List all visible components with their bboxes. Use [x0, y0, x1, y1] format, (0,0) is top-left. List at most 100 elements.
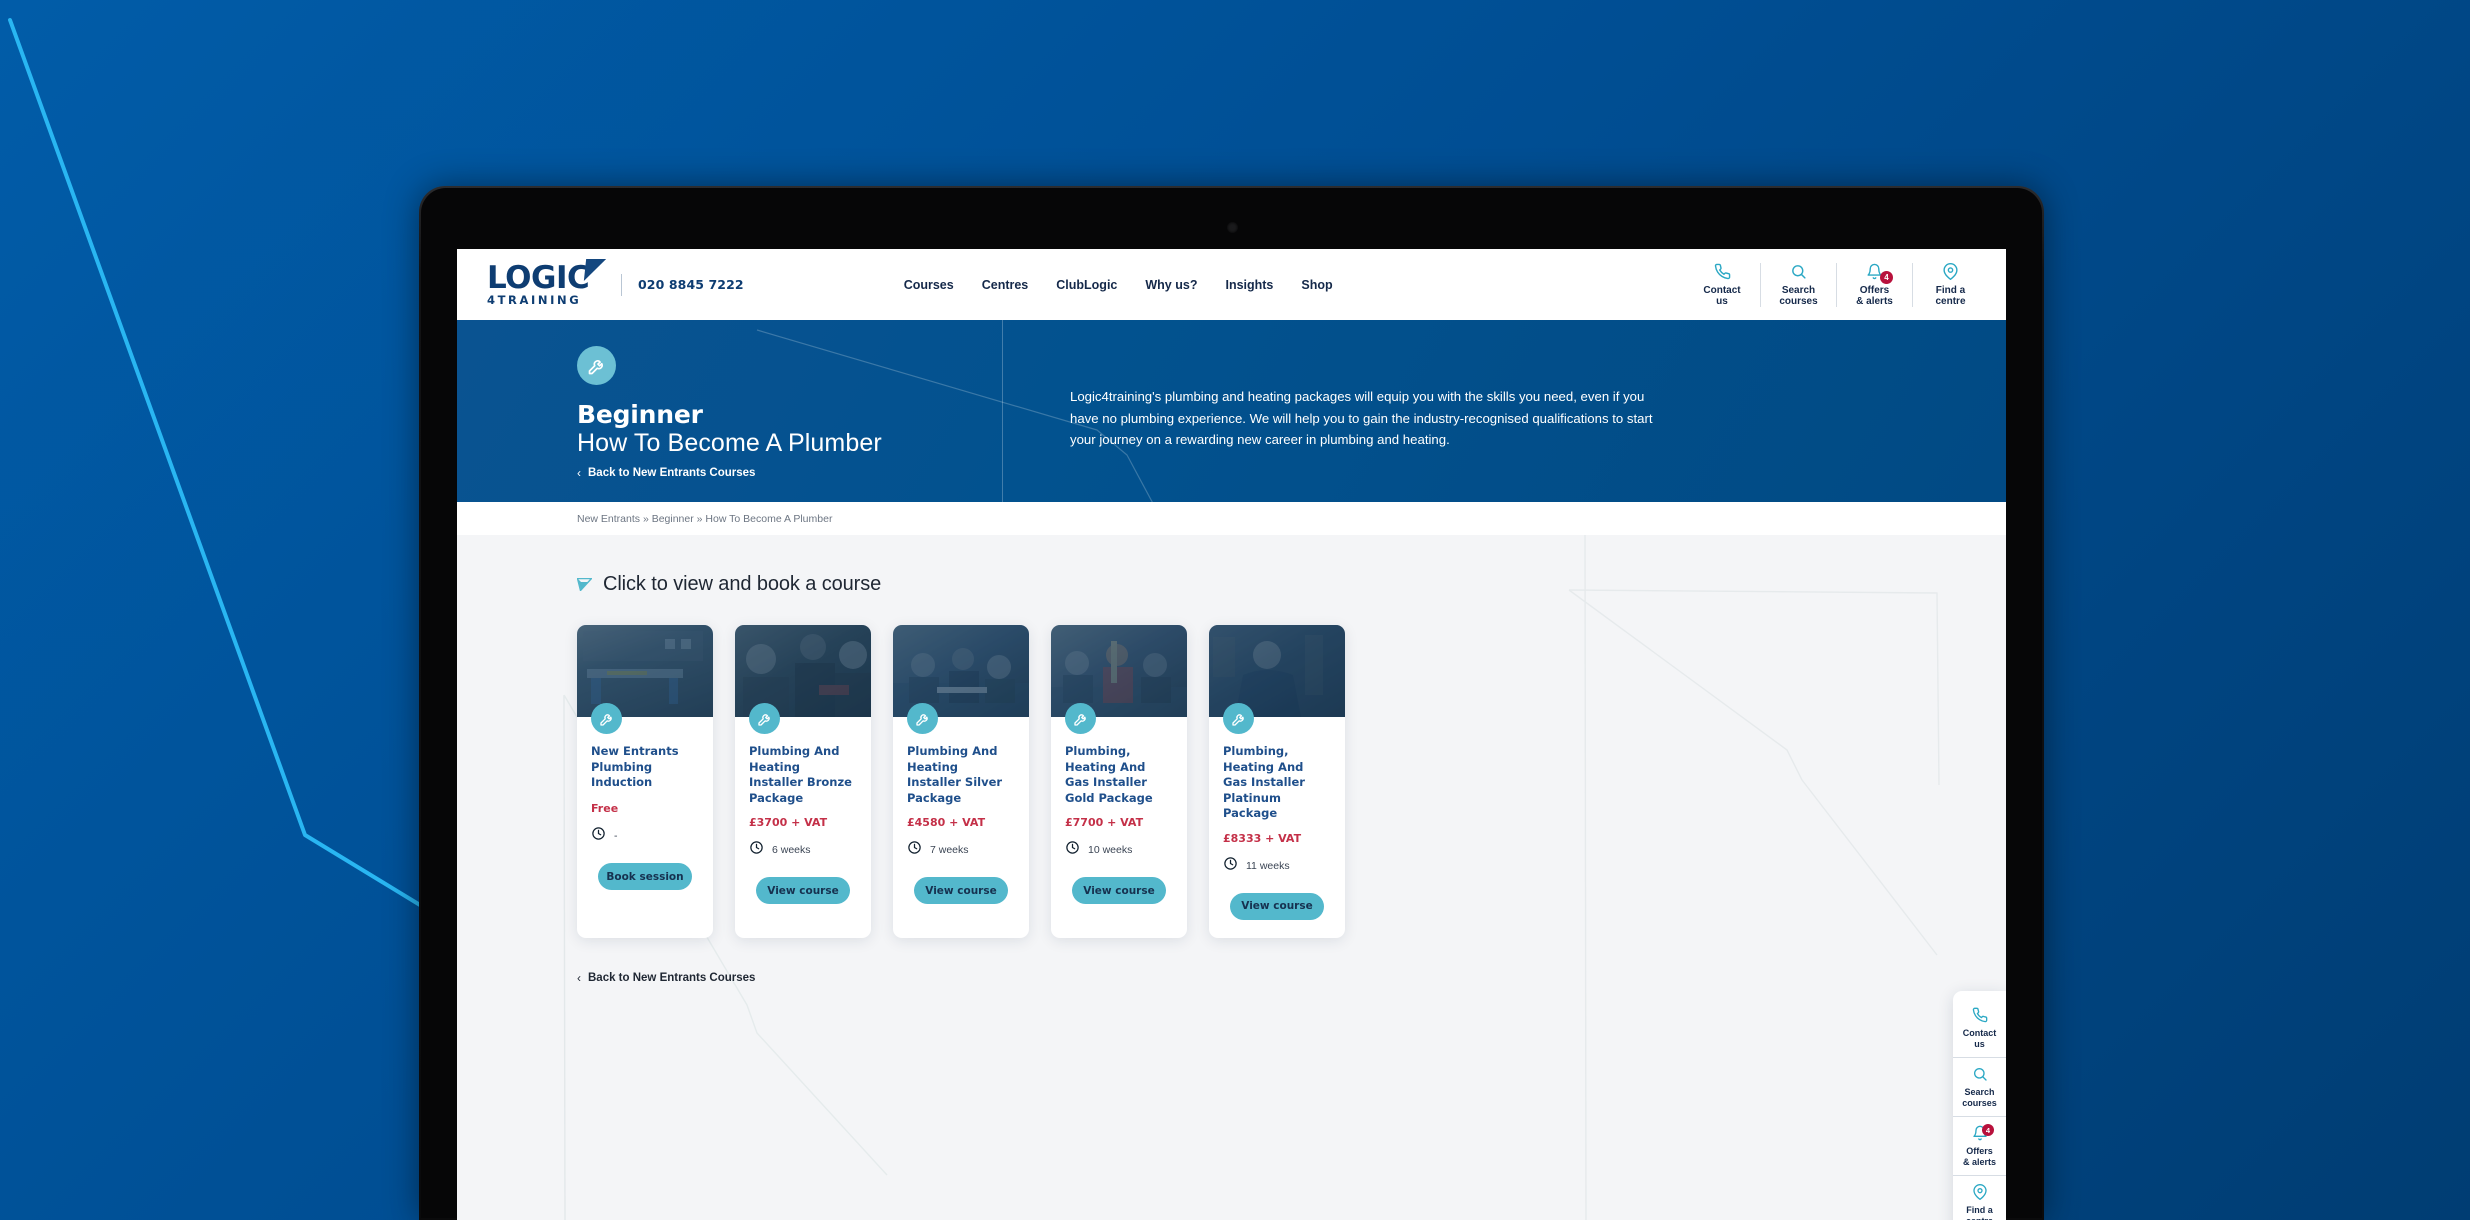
utility-contact-us[interactable]: Contact us — [1684, 263, 1760, 307]
webcam-icon — [1226, 222, 1238, 233]
nav-item-shop[interactable]: Shop — [1301, 278, 1332, 292]
bottom-back-link[interactable]: ‹ Back to New Entrants Courses — [577, 972, 755, 984]
course-title: Plumbing And Heating Installer Silver Pa… — [907, 744, 1003, 805]
side-find-a-centre[interactable]: Find acentre — [1953, 1175, 2006, 1220]
course-duration: - — [591, 826, 699, 846]
nav-item-insights[interactable]: Insights — [1225, 278, 1273, 292]
site-header: LOGIC 4TRAINING 020 8845 7222 Courses Ce… — [457, 249, 2006, 320]
course-duration: 10 weeks — [1065, 840, 1173, 860]
course-duration-text: 10 weeks — [1088, 844, 1133, 856]
side-label-line2: us — [1974, 1038, 1985, 1049]
course-duration: 7 weeks — [907, 840, 1015, 860]
bottom-back-label: Back to New Entrants Courses — [588, 971, 756, 984]
utility-nav: Contact us Search courses 4 Offers & alerts — [1684, 262, 1988, 307]
side-label-line2: & alerts — [1962, 1156, 1997, 1167]
nav-item-centres[interactable]: Centres — [982, 278, 1029, 292]
course-card-body: Plumbing And Heating Installer Bronze Pa… — [735, 717, 871, 904]
wrench-icon — [1065, 703, 1096, 734]
laptop-frame: LOGIC 4TRAINING 020 8845 7222 Courses Ce… — [419, 186, 2044, 1220]
course-card[interactable]: New Entrants Plumbing Induction Free - B… — [577, 625, 713, 938]
course-cta-button[interactable]: View course — [914, 877, 1008, 904]
side-label-line1: Contact — [1962, 1028, 1997, 1038]
side-offers-alerts[interactable]: 4 Offers & alerts — [1953, 1116, 2006, 1175]
clock-icon — [1065, 840, 1080, 860]
phone-icon — [1714, 263, 1731, 280]
course-price: £8333 + VAT — [1223, 831, 1302, 845]
wrench-icon — [591, 703, 622, 734]
course-card[interactable]: Plumbing, Heating And Gas Installer Gold… — [1051, 625, 1187, 938]
course-card-body: New Entrants Plumbing Induction Free - B… — [577, 717, 713, 890]
corner-bracket-icon — [576, 577, 594, 592]
side-label-line1: Find a — [1966, 1205, 1993, 1215]
nav-item-clublogic[interactable]: ClubLogic — [1056, 278, 1117, 292]
course-image — [893, 625, 1029, 717]
wrench-icon — [907, 703, 938, 734]
course-card-body: Plumbing And Heating Installer Silver Pa… — [893, 717, 1029, 904]
utility-label-line2: us — [1716, 295, 1728, 307]
offers-badge-count: 4 — [1880, 270, 1893, 284]
course-price: £3700 + VAT — [749, 816, 828, 829]
hero-section: Beginner How To Become A Plumber ‹ Back … — [457, 320, 2006, 502]
course-cta-button[interactable]: View course — [756, 877, 850, 904]
course-cta-button[interactable]: View course — [1230, 892, 1324, 920]
course-price: Free — [591, 802, 619, 815]
utility-search-courses[interactable]: Search courses — [1760, 262, 1836, 307]
utility-find-a-centre[interactable]: Find a centre — [1912, 262, 1988, 307]
course-duration-text: 7 weeks — [930, 844, 969, 856]
utility-offers-alerts[interactable]: 4 Offers & alerts — [1836, 262, 1912, 307]
wrench-icon — [1223, 703, 1254, 734]
course-card[interactable]: Plumbing, Heating And Gas Installer Plat… — [1209, 625, 1345, 938]
side-label-line1: Offers — [1966, 1146, 1993, 1156]
course-title: Plumbing, Heating And Gas Installer Plat… — [1223, 744, 1305, 820]
floating-side-widget: Contact us Search courses 4 Offers & alerts — [1953, 991, 2006, 1220]
course-card[interactable]: Plumbing And Heating Installer Silver Pa… — [893, 625, 1029, 938]
wrench-icon — [577, 346, 616, 385]
nav-item-why-us[interactable]: Why us? — [1145, 278, 1197, 292]
side-contact-us[interactable]: Contact us — [1953, 999, 2006, 1057]
nav-item-courses[interactable]: Courses — [904, 278, 954, 292]
utility-label-line2: courses — [1779, 295, 1818, 307]
page-title: How To Become A Plumber — [577, 429, 882, 457]
course-card-list: New Entrants Plumbing Induction Free - B… — [577, 625, 2006, 938]
course-duration: 6 weeks — [749, 840, 857, 860]
logo-wordmark: LOGIC — [487, 259, 590, 296]
course-title: New Entrants Plumbing Induction — [591, 744, 679, 789]
browser-screen: LOGIC 4TRAINING 020 8845 7222 Courses Ce… — [457, 249, 2006, 1220]
utility-label-line1: Search — [1781, 284, 1816, 296]
logo-mark: LOGIC 4TRAINING — [487, 258, 607, 307]
course-title: Plumbing, Heating And Gas Installer Gold… — [1065, 744, 1153, 805]
side-label-line2: courses — [1962, 1097, 1997, 1108]
course-image — [577, 625, 713, 717]
chevron-left-icon: ‹ — [577, 970, 581, 985]
search-icon — [1972, 1066, 1988, 1083]
course-cta-button[interactable]: View course — [1072, 877, 1166, 904]
breadcrumb[interactable]: New Entrants » Beginner » How To Become … — [577, 513, 832, 525]
logo-flag-icon — [583, 258, 607, 281]
chevron-left-icon: ‹ — [577, 466, 581, 480]
breadcrumb-bar: New Entrants » Beginner » How To Become … — [457, 502, 2006, 535]
clock-icon — [1223, 856, 1238, 876]
section-header: Click to view and book a course — [576, 573, 2006, 596]
logo[interactable]: LOGIC 4TRAINING — [487, 258, 607, 307]
side-label-line2: centre — [1966, 1216, 1993, 1220]
clock-icon — [749, 840, 764, 860]
course-image — [1209, 625, 1345, 717]
side-search-courses[interactable]: Search courses — [1953, 1057, 2006, 1116]
header-phone[interactable]: 020 8845 7222 — [638, 277, 744, 292]
hero-left: Beginner How To Become A Plumber ‹ Back … — [457, 320, 1002, 502]
hero-back-link[interactable]: ‹ Back to New Entrants Courses — [577, 467, 755, 479]
phone-icon — [1972, 1007, 1988, 1024]
course-duration-text: - — [614, 830, 618, 842]
course-duration-text: 6 weeks — [772, 844, 811, 856]
course-price: £4580 + VAT — [907, 816, 986, 829]
course-cta-button[interactable]: Book session — [598, 863, 692, 890]
course-price: £7700 + VAT — [1065, 816, 1144, 829]
course-card[interactable]: Plumbing And Heating Installer Bronze Pa… — [735, 625, 871, 938]
hero-back-label: Back to New Entrants Courses — [588, 467, 756, 479]
wrench-icon — [749, 703, 780, 734]
course-duration: 11 weeks — [1223, 856, 1331, 876]
side-offers-badge-count: 4 — [1982, 1124, 1994, 1136]
utility-label-line2: centre — [1935, 295, 1966, 307]
main-nav: Courses Centres ClubLogic Why us? Insigh… — [904, 278, 1333, 292]
course-card-body: Plumbing, Heating And Gas Installer Plat… — [1209, 717, 1345, 920]
